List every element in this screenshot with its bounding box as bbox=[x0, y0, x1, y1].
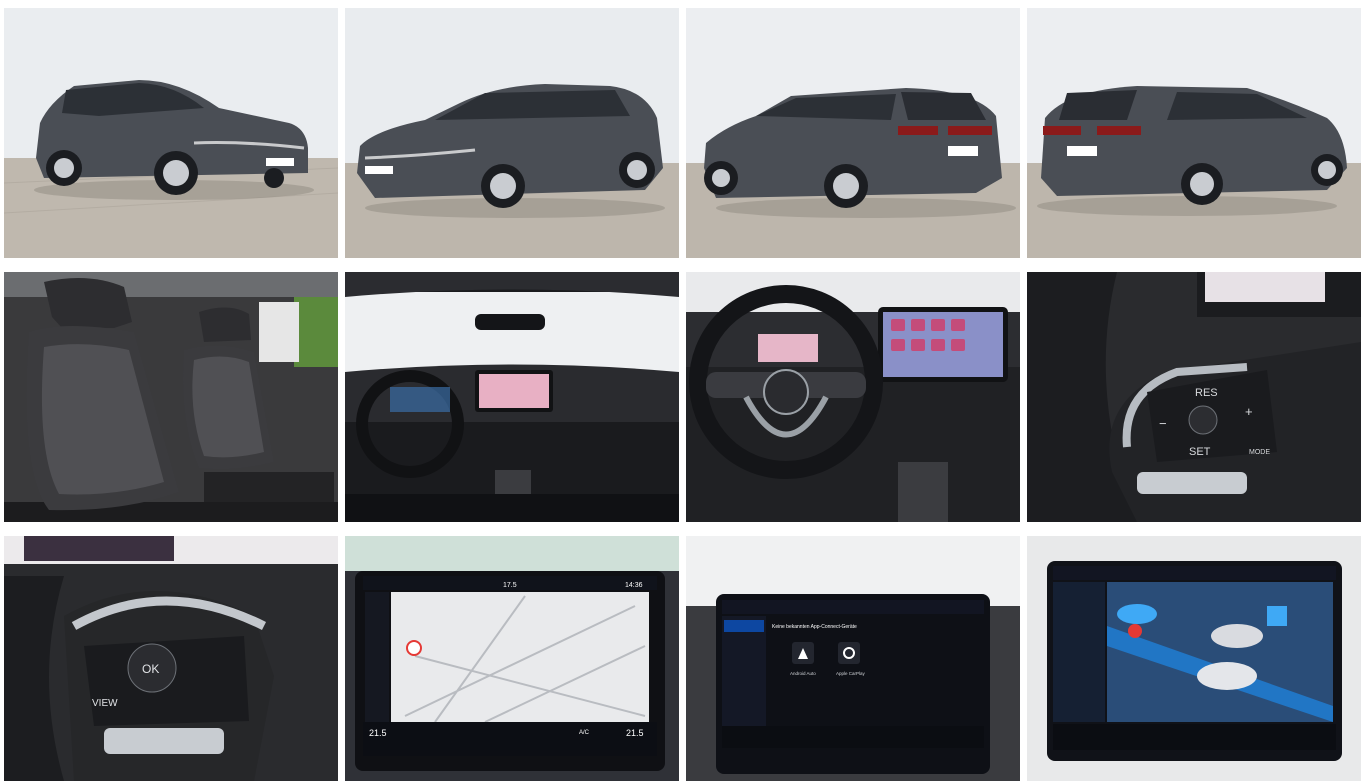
android-auto-label: Android Auto bbox=[790, 671, 816, 676]
photo-exterior-rear-left[interactable] bbox=[686, 8, 1020, 258]
photo-gallery: RES + − SET MODE OK VIEW 17.5 14:36 21.5… bbox=[4, 8, 1361, 781]
photo-steering-wheel-right-controls[interactable]: RES + − SET MODE bbox=[1027, 272, 1361, 522]
plus-label: + bbox=[1245, 404, 1253, 419]
navigation-screen-image: 17.5 14:36 21.5 21.5 A/C bbox=[345, 536, 679, 781]
ok-label: OK bbox=[142, 662, 159, 676]
dashboard-image bbox=[345, 272, 679, 522]
assist-screen-image bbox=[1027, 536, 1361, 781]
res-label: RES bbox=[1195, 387, 1218, 399]
ac-label: A/C bbox=[579, 730, 590, 736]
car-exterior-image bbox=[1027, 8, 1361, 258]
photo-cockpit[interactable] bbox=[686, 272, 1020, 522]
photo-exterior-front-right[interactable] bbox=[345, 8, 679, 258]
photo-front-seats[interactable] bbox=[4, 272, 338, 522]
set-label: SET bbox=[1189, 446, 1211, 458]
photo-exterior-rear-right[interactable] bbox=[1027, 8, 1361, 258]
top-temp: 17.5 bbox=[503, 582, 517, 589]
app-connect-screen-image: Keine bekannten App-Connect-Geräte Andro… bbox=[686, 536, 1020, 781]
wheel-controls-image: OK VIEW bbox=[4, 536, 338, 781]
temp-right: 21.5 bbox=[626, 728, 644, 738]
wheel-controls-image: RES + − SET MODE bbox=[1027, 272, 1361, 522]
apple-carplay-label: Apple CarPlay bbox=[836, 671, 866, 676]
temp-left: 21.5 bbox=[369, 728, 387, 738]
photo-dashboard[interactable] bbox=[345, 272, 679, 522]
car-exterior-image bbox=[345, 8, 679, 258]
minus-label: − bbox=[1159, 416, 1167, 431]
photo-exterior-front-left[interactable] bbox=[4, 8, 338, 258]
car-exterior-image bbox=[686, 8, 1020, 258]
photo-infotainment-navigation[interactable]: 17.5 14:36 21.5 21.5 A/C bbox=[345, 536, 679, 781]
photo-infotainment-app-connect[interactable]: Keine bekannten App-Connect-Geräte Andro… bbox=[686, 536, 1020, 781]
clock: 14:36 bbox=[625, 582, 643, 589]
cockpit-image bbox=[686, 272, 1020, 522]
app-connect-title: Keine bekannten App-Connect-Geräte bbox=[772, 624, 857, 630]
mode-label: MODE bbox=[1249, 449, 1270, 456]
view-label: VIEW bbox=[92, 698, 118, 709]
seats-image bbox=[4, 272, 338, 522]
photo-steering-wheel-left-controls[interactable]: OK VIEW bbox=[4, 536, 338, 781]
photo-infotainment-assist[interactable] bbox=[1027, 536, 1361, 781]
car-exterior-image bbox=[4, 8, 338, 258]
